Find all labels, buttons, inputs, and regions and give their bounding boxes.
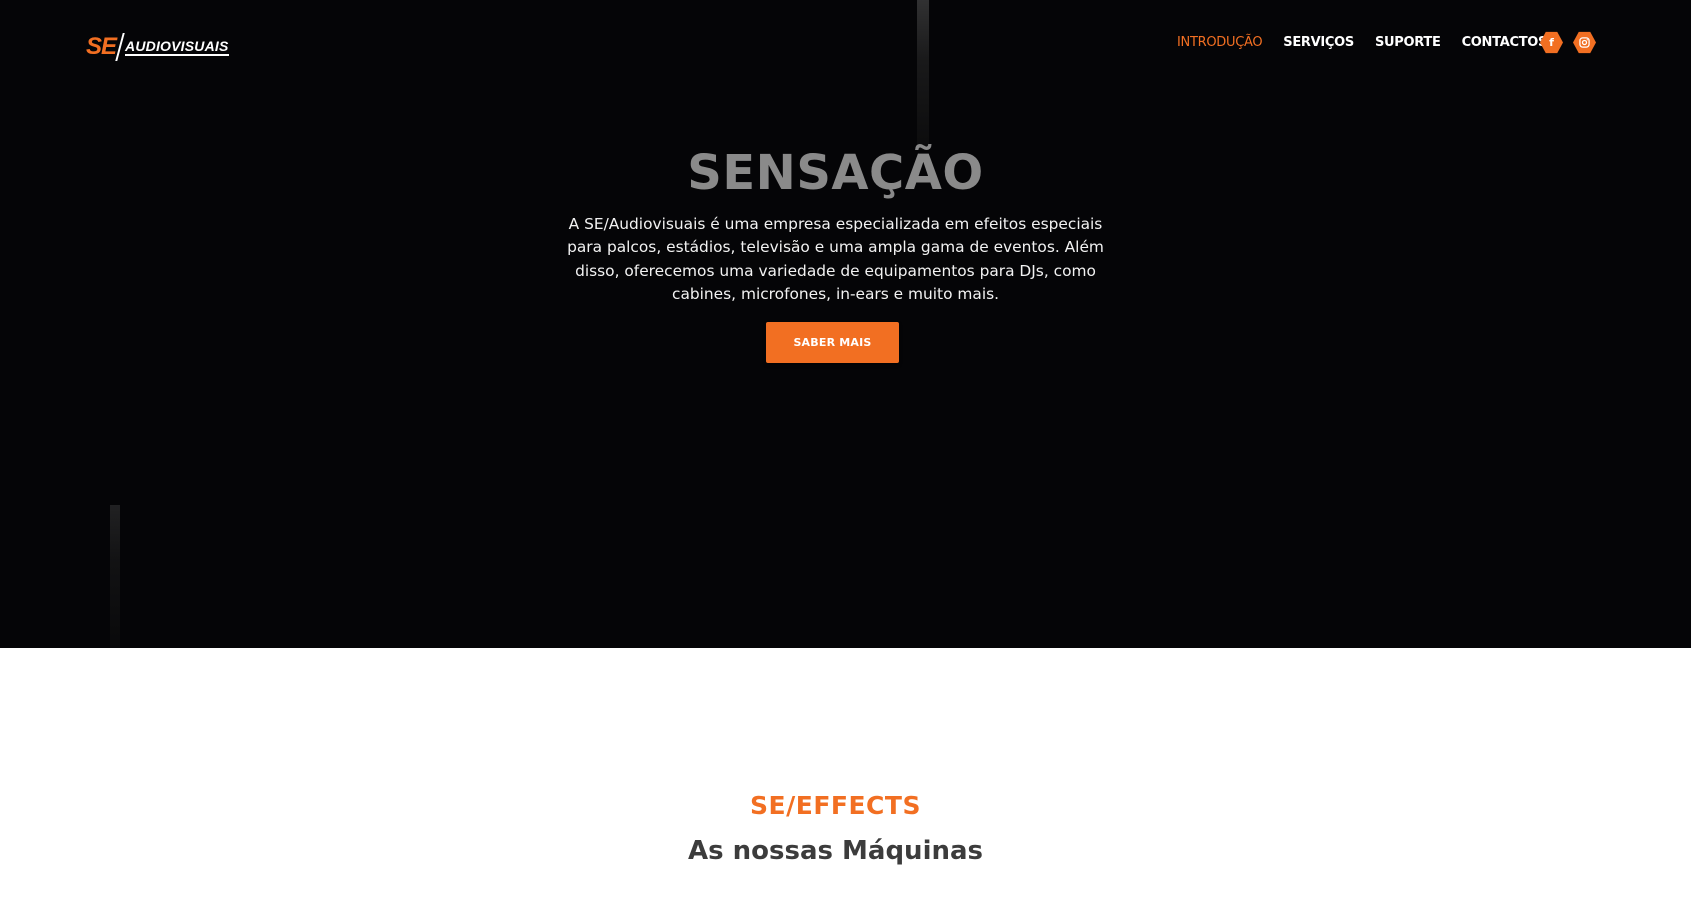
logo-se: SE — [86, 33, 117, 60]
logo-audiovisuais: AUDIOVISUAIS — [125, 37, 229, 56]
hero-description-line: A SE/Audiovisuais é uma empresa especial… — [568, 215, 1103, 233]
stage-light-beam — [917, 0, 929, 150]
instagram-icon[interactable] — [1573, 31, 1596, 54]
site-logo[interactable]: SE AUDIOVISUAIS — [86, 32, 229, 62]
social-links: f — [1540, 31, 1596, 54]
facebook-glyph: f — [1549, 36, 1554, 49]
nav-contactos[interactable]: CONTACTOS — [1462, 35, 1548, 50]
section-subtitle: SE/EFFECTS — [750, 791, 921, 820]
hero-description-line: cabines, microfones, in-ears e muito mai… — [671, 285, 1000, 304]
hero-description-line: disso, oferecemos uma variedade de equip… — [575, 261, 1096, 280]
nav-suporte[interactable]: SUPORTE — [1375, 35, 1441, 50]
instagram-glyph — [1579, 37, 1590, 48]
nav-introducao[interactable]: INTRODUÇÃO — [1177, 35, 1263, 50]
hero-description-line: para palcos, estádios, televisão e uma a… — [567, 238, 1104, 257]
logo-divider — [115, 33, 125, 61]
hero-description: A SE/Audiovisuais é uma empresa especial… — [565, 213, 1106, 307]
hero-title: SENSAÇÃO — [687, 145, 984, 201]
facebook-icon[interactable]: f — [1540, 31, 1563, 54]
section-title: As nossas Máquinas — [687, 836, 984, 866]
saber-mais-button[interactable]: SABER MAIS — [766, 322, 899, 363]
stage-light-beam — [110, 505, 120, 648]
hero-section: SE AUDIOVISUAIS INTRODUÇÃO SERVIÇOS SUPO… — [0, 0, 1691, 648]
nav-servicos[interactable]: SERVIÇOS — [1283, 35, 1354, 50]
main-nav: INTRODUÇÃO SERVIÇOS SUPORTE CONTACTOS — [1177, 31, 1568, 53]
